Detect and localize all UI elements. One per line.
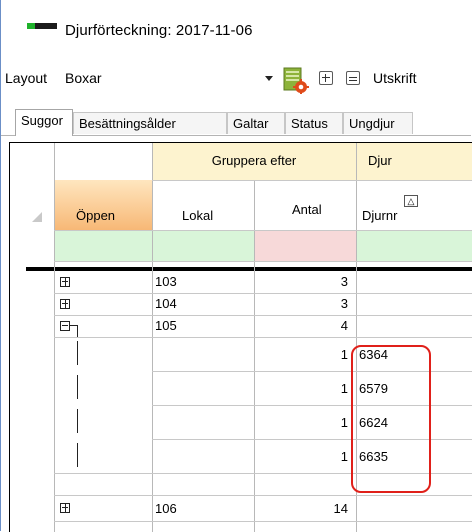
cell-antal: 1 <box>340 415 348 430</box>
toolbar: Layout Boxar Utskrift <box>1 62 471 96</box>
table-row[interactable]: 105 4 <box>10 315 472 337</box>
corner-triangle-icon <box>32 212 42 222</box>
window: Djurförteckning: 2017-11-06 Layout Boxar <box>0 0 472 532</box>
layout-settings-icon[interactable] <box>281 66 309 94</box>
column-header-djurnr[interactable]: Djurnr △ <box>356 180 472 230</box>
column-header-lokal[interactable]: Lokal <box>152 180 254 230</box>
tab-strip: Suggor Besättningsålder Galtar Status Un… <box>1 109 471 136</box>
cell-antal: 1 <box>340 449 348 464</box>
cell-lokal: 106 <box>155 501 177 516</box>
cell-lokal: 104 <box>155 296 177 311</box>
title-bar: Djurförteckning: 2017-11-06 <box>1 0 471 50</box>
filter-cell-djurnr[interactable] <box>356 230 472 261</box>
table-row[interactable]: 106 14 <box>10 495 472 521</box>
cell-antal: 1 <box>340 347 348 362</box>
cell-antal: 1 <box>340 381 348 396</box>
layout-combo-value: Boxar <box>65 70 102 86</box>
tab-besattningsalder[interactable]: Besättningsålder <box>73 112 227 134</box>
expand-row-icon[interactable] <box>60 503 70 513</box>
tab-ungdjur[interactable]: Ungdjur <box>343 112 413 134</box>
collapse-all-icon[interactable] <box>346 71 360 85</box>
tree-line <box>77 409 78 433</box>
tab-status[interactable]: Status <box>285 112 343 134</box>
tree-line <box>77 443 78 467</box>
group-band-label: Gruppera efter <box>211 153 297 168</box>
expand-row-icon[interactable] <box>60 277 70 287</box>
column-label-lokal: Lokal <box>182 208 214 223</box>
table-row[interactable]: 103 3 <box>10 271 472 293</box>
tab-galtar[interactable]: Galtar <box>227 112 285 134</box>
cell-antal: 14 <box>333 501 348 516</box>
column-label-djurnr: Djurnr <box>362 208 398 223</box>
filter-cell-oppen[interactable] <box>54 230 152 261</box>
collapse-row-icon[interactable] <box>60 321 70 331</box>
expand-all-icon[interactable] <box>319 71 333 85</box>
djur-band-label: Djur <box>368 153 392 168</box>
filter-cell-lokal[interactable] <box>152 230 254 261</box>
tree-connector <box>77 325 78 337</box>
cell-lokal: 103 <box>155 274 177 289</box>
tab-suggor[interactable]: Suggor <box>15 109 73 136</box>
chevron-down-icon[interactable] <box>265 76 273 81</box>
layout-label: Layout <box>5 70 48 86</box>
cell-antal: 3 <box>340 274 348 289</box>
column-header-antal[interactable]: Antal <box>254 180 356 230</box>
cell-antal: 3 <box>340 296 348 311</box>
window-title: Djurförteckning: 2017-11-06 <box>65 22 253 39</box>
cell-lokal: 105 <box>155 318 177 333</box>
tree-line <box>77 375 78 399</box>
expand-row-icon[interactable] <box>60 299 70 309</box>
row-indicator-header <box>10 180 54 230</box>
group-band-header: Gruppera efter <box>152 143 356 180</box>
tree-line <box>77 341 78 365</box>
column-label-oppen: Öppen <box>76 208 116 223</box>
cell-antal: 4 <box>340 318 348 333</box>
highlight-annotation <box>351 345 431 493</box>
print-button[interactable]: Utskrift <box>373 70 417 86</box>
layout-combo[interactable]: Boxar <box>57 66 273 92</box>
djur-band-header: Djur <box>356 143 472 180</box>
filter-cell-antal[interactable] <box>254 230 356 261</box>
column-header-oppen[interactable]: Öppen <box>54 180 152 230</box>
column-label-antal: Antal <box>292 202 322 217</box>
sort-ascending-icon[interactable]: △ <box>404 195 418 207</box>
table-row[interactable]: 104 3 <box>10 293 472 315</box>
app-icon <box>27 23 57 29</box>
